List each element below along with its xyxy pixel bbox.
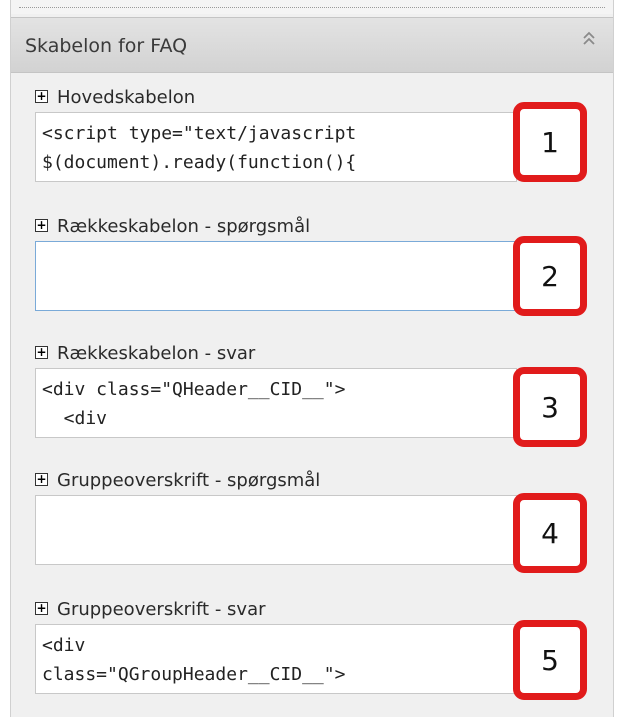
- outer-margin: [0, 0, 10, 717]
- section-header[interactable]: + Gruppeoverskrift - spørgsmål: [35, 470, 605, 494]
- expand-plus-icon[interactable]: +: [35, 90, 48, 103]
- code-text: <script type="text/javascript $(document…: [42, 123, 357, 173]
- section-label: Hovedskabelon: [57, 87, 196, 108]
- code-text: <div class="QGroupHeader__CID__">: [42, 635, 346, 685]
- panel-header[interactable]: Skabelon for FAQ: [11, 17, 613, 73]
- double-chevron-up-icon[interactable]: [579, 24, 599, 54]
- callout-1: 1: [513, 102, 587, 182]
- section-label: Gruppeoverskrift - svar: [57, 599, 266, 620]
- code-text: [36, 496, 516, 502]
- expand-plus-icon[interactable]: +: [35, 219, 48, 232]
- template-section-group-answer: + Gruppeoverskrift - svar <div class="QG…: [35, 599, 605, 694]
- code-editor[interactable]: <div class="QHeader__CID__"> <div: [35, 368, 517, 438]
- code-editor[interactable]: [35, 241, 517, 311]
- callout-5: 5: [513, 620, 587, 700]
- section-label: Gruppeoverskrift - spørgsmål: [57, 470, 321, 491]
- callout-4: 4: [513, 493, 587, 573]
- section-header[interactable]: + Gruppeoverskrift - svar: [35, 599, 605, 623]
- code-editor[interactable]: <div class="QGroupHeader__CID__">: [35, 624, 517, 694]
- callout-2: 2: [513, 236, 587, 316]
- panel-top-strip: [11, 0, 613, 14]
- code-text: <div class="QHeader__CID__"> <div: [42, 379, 346, 429]
- template-section-row-answer: + Rækkeskabelon - svar <div class="QHead…: [35, 343, 605, 438]
- expand-plus-icon[interactable]: +: [35, 473, 48, 486]
- dotted-separator: [19, 7, 605, 8]
- code-editor[interactable]: <script type="text/javascript $(document…: [35, 112, 517, 182]
- section-label: Rækkeskabelon - spørgsmål: [57, 216, 311, 237]
- expand-plus-icon[interactable]: +: [35, 346, 48, 359]
- section-header[interactable]: + Rækkeskabelon - svar: [35, 343, 605, 367]
- panel-title: Skabelon for FAQ: [25, 35, 188, 57]
- section-label: Rækkeskabelon - svar: [57, 343, 256, 364]
- code-editor[interactable]: [35, 495, 517, 565]
- template-section-group-question: + Gruppeoverskrift - spørgsmål: [35, 470, 605, 565]
- callout-3: 3: [513, 367, 587, 447]
- code-text: [36, 242, 516, 248]
- expand-plus-icon[interactable]: +: [35, 602, 48, 615]
